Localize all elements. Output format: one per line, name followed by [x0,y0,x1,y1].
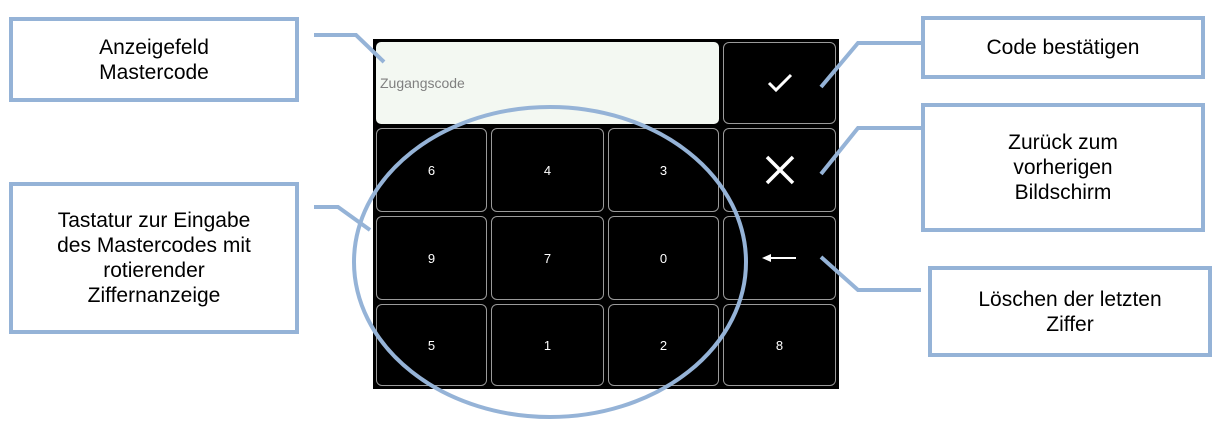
checkmark-icon [767,73,793,93]
leader-line-keyboard [314,205,372,232]
digit-label: 0 [659,250,668,266]
digit-label: 3 [659,162,668,178]
callout-display-field: Anzeigefeld Mastercode [9,17,299,102]
digit-key[interactable]: 3 [608,128,719,212]
digit-label: 6 [427,162,436,178]
digit-label: 7 [543,250,552,266]
digit-key[interactable]: 0 [608,216,719,300]
callout-delete: Löschen der letzten Ziffer [928,266,1212,357]
digit-key[interactable]: 2 [608,304,719,386]
code-display-placeholder: Zugangscode [380,75,465,91]
digit-key[interactable]: 7 [491,216,604,300]
code-display-field[interactable]: Zugangscode [376,42,719,124]
digit-key[interactable]: 9 [376,216,487,300]
callout-back: Zurück zum vorherigen Bildschirm [921,103,1205,232]
digit-label: 2 [659,337,668,353]
close-icon [764,154,796,186]
digit-label: 9 [427,250,436,266]
cancel-button[interactable] [723,128,836,212]
callout-back-text: Zurück zum vorherigen Bildschirm [1008,131,1118,204]
arrow-left-icon [761,253,798,263]
digit-key[interactable]: 8 [723,304,836,386]
backspace-button[interactable] [723,216,836,300]
callout-keyboard: Tastatur zur Eingabe des Mastercodes mit… [9,182,299,334]
confirm-button[interactable] [723,42,836,124]
digit-key[interactable]: 1 [491,304,604,386]
digit-label: 5 [427,337,436,353]
callout-display-field-text: Anzeigefeld Mastercode [99,35,209,84]
digit-key[interactable]: 4 [491,128,604,212]
digit-label: 1 [543,337,552,353]
digit-label: 8 [775,337,784,353]
callout-delete-text: Löschen der letzten Ziffer [978,287,1162,336]
callout-confirm: Code bestätigen [921,16,1205,79]
callout-keyboard-text: Tastatur zur Eingabe des Mastercodes mit… [57,209,251,307]
digit-key[interactable]: 6 [376,128,487,212]
callout-confirm-text: Code bestätigen [986,36,1140,59]
digit-label: 4 [543,162,552,178]
digit-key[interactable]: 5 [376,304,487,386]
